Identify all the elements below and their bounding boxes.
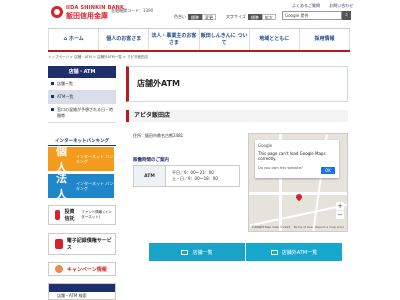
- map-road: [249, 203, 347, 227]
- nav-home[interactable]: ⌂ ホーム: [48, 29, 98, 50]
- search-input[interactable]: Google 提供: [282, 11, 342, 20]
- atm-list-button[interactable]: 店舗外ATM一覧: [246, 243, 342, 261]
- color-label: 色合い: [174, 13, 186, 19]
- atm-search-label[interactable]: 店舗・ATM 検索: [49, 292, 115, 300]
- nav-corporate[interactable]: 法人・事業主のお客さま: [148, 29, 198, 50]
- investment-trust-label: 投資信託: [64, 209, 75, 222]
- color-standard-button[interactable]: 標準: [188, 13, 202, 20]
- global-nav: ⌂ ホーム 個人のお客さま 法人・事業主のお客さま 飯田しんきんに ついて 地域…: [48, 28, 351, 52]
- font-standard-button[interactable]: 標準: [247, 13, 262, 20]
- faq-link[interactable]: よくあるご質問: [292, 3, 320, 8]
- color-alt-button[interactable]: 変更: [202, 13, 216, 20]
- map-embed[interactable]: Google This page can't load Google Maps …: [248, 133, 348, 232]
- logo-japanese[interactable]: 飯田信用金庫: [66, 11, 108, 21]
- map-error-text: This page can't load Google Maps correct…: [258, 151, 326, 161]
- sidebar-item-shops[interactable]: 店舗一覧: [48, 78, 116, 91]
- hours-weekend: 土・日／9：00〜18：00: [172, 176, 218, 181]
- map-ok-button[interactable]: OK: [321, 167, 335, 174]
- nav-about[interactable]: 飯田しんきんに ついて: [198, 29, 249, 50]
- atm-list-label: 店舗外ATM一覧: [281, 249, 318, 256]
- shop-address: 住所：飯田市鼎名古熊2481: [133, 133, 184, 138]
- hours-heading: 稼働時間のご案内: [133, 158, 169, 163]
- corporate-ib-button[interactable]: 法人 インターネット バンキング: [48, 172, 114, 201]
- personal-ib-small: インターネット バンキング: [75, 154, 114, 164]
- map-error-dialog: Google This page can't load Google Maps …: [255, 140, 339, 178]
- corporate-ib-small: インターネット バンキング: [75, 181, 114, 191]
- font-size-control: 文字サイズ 標準 拡大: [226, 13, 276, 20]
- hours-values: 平日／9：00〜21：00 土・日／9：00〜18：00: [166, 166, 239, 186]
- top-links: よくあるご質問 お問い合わせ: [292, 3, 361, 9]
- map-google-label: Google: [252, 225, 265, 229]
- sidebar-item-crowd[interactable]: 窓口の混雑が予想される日・時間帯: [48, 104, 116, 123]
- e-record-icon: [55, 239, 63, 249]
- nav-community[interactable]: 地域とともに: [248, 29, 299, 50]
- page-title: 店舗外ATM: [126, 66, 348, 102]
- e-record-label: 電子記録債権サービス: [66, 238, 112, 251]
- bank-logo-icon[interactable]: [51, 6, 63, 18]
- breadcrumb[interactable]: トップページ > 店舗・ATM > 店舗外ATM一覧 > アピタ飯田店: [48, 55, 148, 60]
- sidebar: 店舗・ATM 店舗一覧 ATM一覧 窓口の混雑が予想される日・時間帯: [48, 66, 116, 123]
- hours-table: ATM 平日／9：00〜21：00 土・日／9：00〜18：00: [133, 165, 240, 187]
- zoom-out-icon[interactable]: −: [336, 211, 344, 219]
- campaign-label: キャンペーン情報: [67, 266, 107, 273]
- fund-icon: [55, 210, 61, 220]
- search-icon[interactable]: ⌕: [342, 11, 351, 20]
- investment-trust-link[interactable]: 投資信託 ファンド情報 (インターネット): [48, 205, 116, 225]
- list-icon: [270, 249, 278, 255]
- zoom-in-icon[interactable]: +: [336, 202, 344, 210]
- map-footer[interactable]: Map data ©2022 · Terms of Use · Report a…: [265, 225, 344, 229]
- corporate-ib-big: 法人: [56, 172, 67, 201]
- nav-home-label: ホーム: [68, 36, 84, 42]
- list-icon: [181, 249, 189, 255]
- page: IIDA SHINKIN BANK 飯田信用金庫 金融機関コード：1390 よく…: [0, 0, 400, 300]
- map-card-brand: Google: [258, 143, 273, 148]
- sidebar-title: 店舗・ATM: [48, 66, 116, 78]
- header: IIDA SHINKIN BANK 飯田信用金庫 金融機関コード：1390 よく…: [0, 0, 400, 27]
- shop-list-button[interactable]: 店舗一覧: [149, 243, 245, 261]
- atm-search-box: 店舗・ATM 検索: [48, 283, 116, 300]
- font-size-label: 文字サイズ: [226, 13, 246, 19]
- contact-link[interactable]: お問い合わせ: [329, 3, 353, 8]
- campaign-link[interactable]: キャンペーン情報: [48, 262, 116, 276]
- nav-personal[interactable]: 個人のお客さま: [98, 29, 148, 50]
- shop-list-label: 店舗一覧: [192, 249, 213, 256]
- sidebar-item-atm[interactable]: ATM一覧: [48, 91, 116, 104]
- investment-trust-sub: ファンド情報 (インターネット): [81, 210, 112, 219]
- shop-name: アピタ飯田店: [126, 110, 348, 122]
- color-control: 色合い 標準 変更: [174, 13, 216, 20]
- campaign-icon: [55, 265, 63, 273]
- atm-search-header: [49, 284, 115, 292]
- e-record-link[interactable]: 電子記録債権サービス: [48, 233, 116, 255]
- bank-code: 金融機関コード：1390: [111, 8, 154, 13]
- font-large-button[interactable]: 拡大: [261, 13, 276, 20]
- hours-key: ATM: [134, 166, 166, 186]
- nav-recruit[interactable]: 採用情報: [298, 29, 351, 50]
- personal-ib-button[interactable]: 個人 インターネット バンキング: [48, 145, 114, 174]
